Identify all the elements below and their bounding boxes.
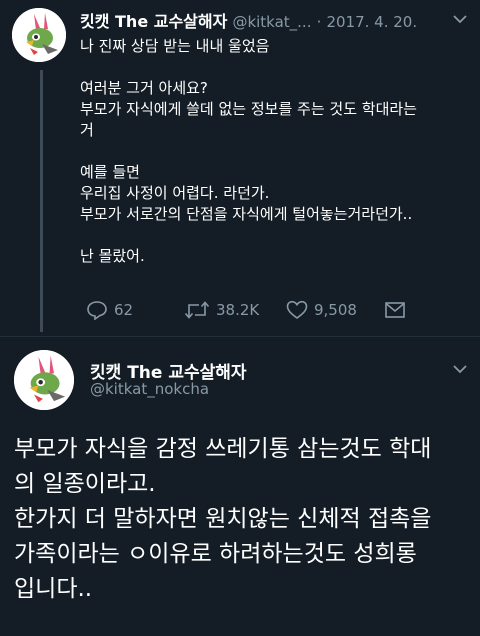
reply-count: 62 <box>114 301 134 319</box>
divider <box>0 336 480 337</box>
user-handle[interactable]: @kitkat_nokcha <box>90 380 209 398</box>
tweet-text-line: 한가지 더 말하자면 원치않는 신체적 접촉을 <box>14 506 432 532</box>
like-count: 9,508 <box>314 301 357 319</box>
tweet-1: 킷캣 The 교수살해자 @kitkat_... · 2017. 4. 20. … <box>0 0 480 336</box>
separator-dot: · <box>316 13 322 31</box>
tweet-text-line: 우리집 사정이 어렵다. 라던가. <box>80 184 270 202</box>
tweet-text-line: 나 진짜 상담 받는 내내 울었음 <box>80 37 270 55</box>
tweet-text-line: 의 일종이라고. <box>14 471 156 497</box>
tweet-text-line: 가족이라는 ㅇ이유로 하려하는것도 성희롱 <box>14 541 417 567</box>
reply-button[interactable]: 62 <box>86 296 133 324</box>
message-icon <box>385 302 405 318</box>
thread-line <box>40 70 43 332</box>
avatar-image <box>14 350 74 410</box>
tweet-text-line: 부모가 서로간의 단점을 자식에게 털어놓는거라던가.. <box>80 205 413 223</box>
avatar-image <box>12 8 66 62</box>
tweet-2-text: 부모가 자식을 감정 쓰레기통 삼는것도 학대 의 일종이라고. 한가지 더 말… <box>14 432 474 607</box>
tweet-1-header: 킷캣 The 교수살해자 @kitkat_... · 2017. 4. 20. <box>80 8 472 32</box>
tweet-1-text: 나 진짜 상담 받는 내내 울었음 여러분 그거 아세요? 부모가 자식에게 쓸… <box>80 36 464 267</box>
display-name[interactable]: 킷캣 The 교수살해자 <box>80 12 227 31</box>
direct-message-button[interactable] <box>384 296 412 324</box>
tweet-text-line: 예를 들면 <box>80 163 140 181</box>
like-button[interactable]: 9,508 <box>286 296 357 324</box>
retweet-count: 38.2K <box>216 301 260 319</box>
reply-icon <box>87 301 107 320</box>
tweet-text-line: 난 몰랐어. <box>80 247 145 265</box>
user-handle[interactable]: @kitkat_... <box>232 13 311 31</box>
tweet-text-line: 부모가 자식을 감정 쓰레기통 삼는것도 학대 <box>14 436 432 462</box>
retweet-icon <box>184 301 210 319</box>
tweet-text-line: 여러분 그거 아세요? <box>80 79 208 97</box>
tweet-text-line: 부모가 자식에게 쓸데 없는 정보를 주는 것도 학대라는 <box>80 100 417 118</box>
tweet-date[interactable]: 2017. 4. 20. <box>326 13 417 31</box>
tweet-text-line: 거 <box>80 121 94 139</box>
tweet-text-line: 입니다.. <box>14 576 93 602</box>
avatar[interactable] <box>14 350 74 410</box>
chevron-down-icon[interactable] <box>452 14 468 24</box>
heart-icon <box>286 300 308 319</box>
retweet-button[interactable]: 38.2K <box>184 296 259 324</box>
chevron-down-icon[interactable] <box>452 364 468 374</box>
avatar[interactable] <box>12 8 66 62</box>
tweet-actions: 62 38.2K 9,508 <box>80 296 420 324</box>
